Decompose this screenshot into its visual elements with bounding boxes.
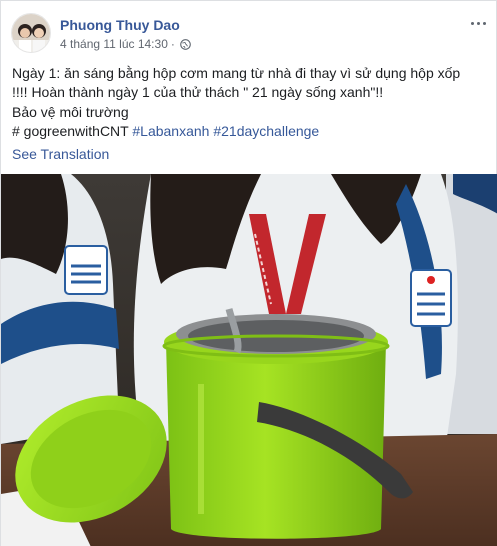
- hashtag-line: # gogreenwithCNT #Labanxanh #21daychalle…: [12, 122, 490, 141]
- post-photo[interactable]: [1, 174, 497, 546]
- post-header: Phuong Thuy Dao 4 tháng 11 lúc 14:30 ·: [11, 13, 488, 55]
- hashtag-plain: # gogreenwithCNT: [12, 123, 129, 140]
- ellipsis-icon[interactable]: [468, 15, 488, 31]
- author-name[interactable]: Phuong Thuy Dao: [60, 17, 180, 33]
- facebook-post: Phuong Thuy Dao 4 tháng 11 lúc 14:30 · N…: [0, 0, 497, 546]
- globe-icon[interactable]: [180, 38, 191, 50]
- post-text-line: !!!! Hoàn thành ngày 1 của thử thách " 2…: [12, 84, 384, 101]
- dot: [470, 21, 474, 25]
- post-meta: 4 tháng 11 lúc 14:30 ·: [60, 37, 191, 51]
- avatar-photo: [12, 14, 50, 52]
- hashtag-link[interactable]: #21daychallenge: [213, 123, 319, 139]
- dot: [482, 21, 486, 25]
- lunchbox-photo: [1, 174, 497, 546]
- dot: [476, 21, 480, 25]
- see-translation-link[interactable]: See Translation: [12, 146, 109, 162]
- post-text-line: Bảo vệ môi trường: [12, 103, 129, 120]
- post-timestamp[interactable]: 4 tháng 11 lúc 14:30: [60, 37, 168, 51]
- post-text: Ngày 1: ăn sáng bằng hộp cơm mang từ nhà…: [12, 64, 490, 142]
- post-text-line: Ngày 1: ăn sáng bằng hộp cơm mang từ nhà…: [12, 65, 461, 81]
- meta-separator: ·: [170, 37, 175, 51]
- hashtag-link[interactable]: #Labanxanh: [132, 123, 209, 139]
- author-avatar[interactable]: [11, 13, 51, 53]
